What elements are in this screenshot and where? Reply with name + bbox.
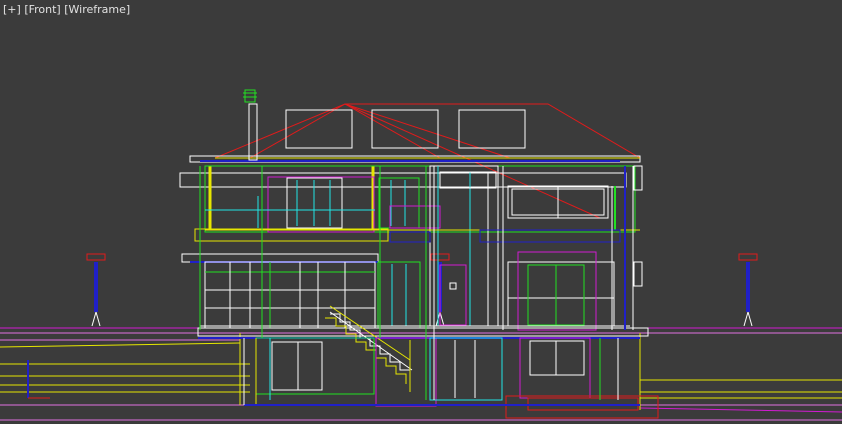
lamp-post-left [86, 253, 106, 327]
basement [244, 337, 659, 419]
lamp-post-right [738, 253, 758, 327]
vertical-frame-lines [199, 166, 626, 405]
wireframe-viewport[interactable] [0, 0, 842, 424]
upper-floor [179, 165, 643, 330]
chimney [243, 89, 258, 161]
staircase [325, 305, 413, 392]
ground-floor [181, 251, 649, 339]
